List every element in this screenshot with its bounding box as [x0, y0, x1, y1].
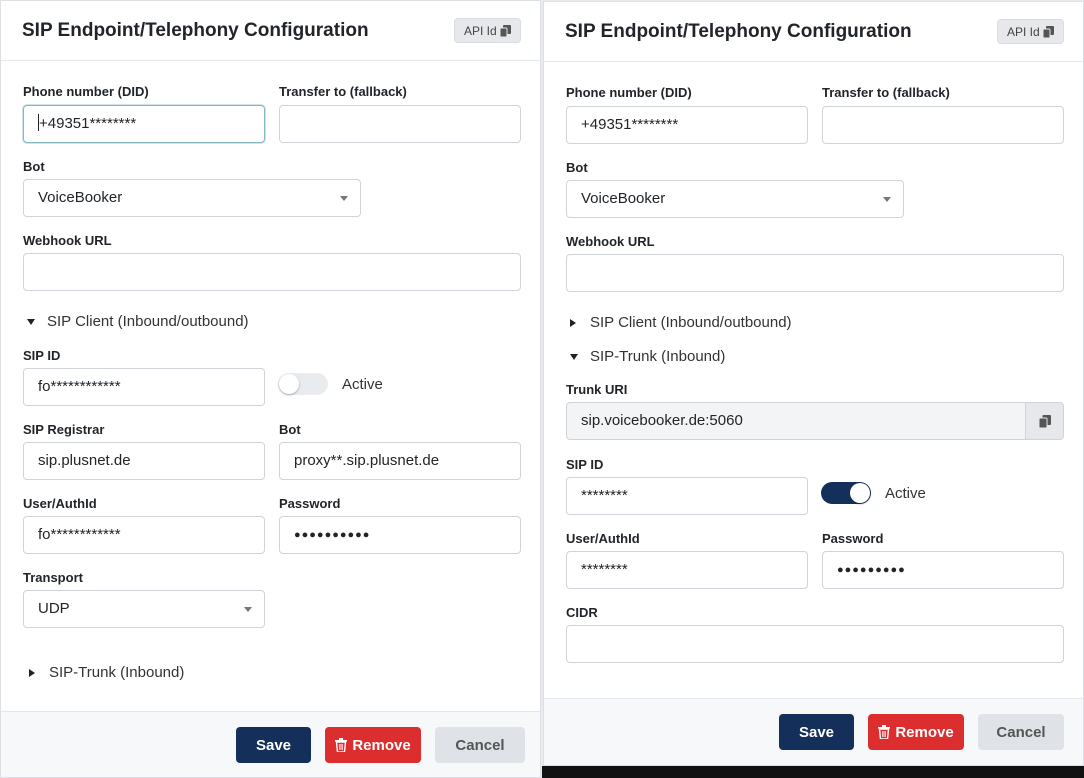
copy-icon	[499, 24, 511, 37]
remove-button[interactable]: Remove	[325, 727, 421, 763]
cidr-label: CIDR	[566, 605, 598, 620]
sip-id-label: SIP ID	[23, 348, 61, 363]
copy-trunk-uri-button[interactable]	[1025, 403, 1063, 439]
toggle-knob	[850, 483, 870, 503]
panel-footer: Save Remove Cancel	[1, 711, 540, 777]
trash-icon	[335, 738, 348, 752]
webhook-label: Webhook URL	[566, 234, 655, 249]
trunk-uri-input[interactable]: sip.voicebooker.de:5060	[566, 402, 1064, 440]
bot-label: Bot	[23, 159, 45, 174]
sip-trunk-section-label: SIP-Trunk (Inbound)	[49, 664, 185, 681]
bot-select[interactable]: VoiceBooker	[566, 180, 904, 218]
sip-client-section-label: SIP Client (Inbound/outbound)	[590, 314, 792, 331]
password-input[interactable]: ●●●●●●●●●	[822, 551, 1064, 589]
cancel-button[interactable]: Cancel	[978, 714, 1064, 750]
caret-right-icon	[570, 318, 576, 327]
webhook-input[interactable]	[23, 253, 521, 291]
sip-trunk-section-toggle[interactable]: SIP-Trunk (Inbound)	[570, 348, 725, 365]
sip-registrar-input[interactable]: sip.plusnet.de	[23, 442, 265, 480]
user-authid-label: User/AuthId	[566, 531, 640, 546]
password-label: Password	[279, 496, 341, 511]
panel-footer: Save Remove Cancel	[544, 698, 1083, 765]
user-authid-input[interactable]: ********	[566, 551, 808, 589]
transport-select-value: UDP	[38, 600, 70, 617]
webhook-label: Webhook URL	[23, 233, 112, 248]
chevron-down-icon	[340, 196, 348, 201]
left-config-panel: SIP Endpoint/Telephony Configuration API…	[0, 0, 541, 778]
cidr-input[interactable]	[566, 625, 1064, 663]
transport-label: Transport	[23, 570, 83, 585]
panel-title: SIP Endpoint/Telephony Configuration	[22, 20, 369, 41]
caret-down-icon	[27, 318, 35, 325]
transfer-input[interactable]	[822, 106, 1064, 144]
copy-icon	[1042, 25, 1054, 38]
window-bottom-edge	[542, 766, 1084, 778]
right-config-panel: SIP Endpoint/Telephony Configuration API…	[543, 1, 1084, 766]
bot-label: Bot	[566, 160, 588, 175]
remove-button-label: Remove	[352, 736, 411, 754]
webhook-input[interactable]	[566, 254, 1064, 292]
remove-button-label: Remove	[895, 723, 954, 741]
caret-down-icon	[570, 353, 578, 360]
proxy-label: Bot	[279, 422, 301, 437]
trunk-uri-value: sip.voicebooker.de:5060	[581, 412, 743, 429]
cancel-button[interactable]: Cancel	[435, 727, 525, 763]
save-button[interactable]: Save	[779, 714, 854, 750]
save-button[interactable]: Save	[236, 727, 311, 763]
active-toggle-label: Active	[885, 485, 926, 502]
toggle-knob	[279, 374, 299, 394]
chevron-down-icon	[883, 197, 891, 202]
transport-select[interactable]: UDP	[23, 590, 265, 628]
phone-number-input[interactable]: +49351********	[566, 106, 808, 144]
active-toggle-label: Active	[342, 376, 383, 393]
transfer-label: Transfer to (fallback)	[822, 85, 950, 100]
active-toggle[interactable]	[278, 373, 328, 395]
bot-select-value: VoiceBooker	[581, 190, 666, 207]
sip-id-label: SIP ID	[566, 457, 604, 472]
sip-id-input[interactable]: ********	[566, 477, 808, 515]
phone-number-label: Phone number (DID)	[23, 84, 149, 99]
password-label: Password	[822, 531, 884, 546]
user-authid-label: User/AuthId	[23, 496, 97, 511]
chevron-down-icon	[244, 607, 252, 612]
sip-trunk-section-toggle[interactable]: SIP-Trunk (Inbound)	[27, 664, 184, 681]
api-id-button[interactable]: API Id	[454, 18, 521, 43]
password-input[interactable]: ●●●●●●●●●●	[279, 516, 521, 554]
sip-id-input[interactable]: fo************	[23, 368, 265, 406]
panel-header: SIP Endpoint/Telephony Configuration API…	[1, 1, 540, 61]
trunk-uri-label: Trunk URI	[566, 382, 628, 397]
caret-right-icon	[29, 668, 35, 677]
sip-client-section-label: SIP Client (Inbound/outbound)	[47, 313, 249, 330]
transfer-label: Transfer to (fallback)	[279, 84, 407, 99]
sip-trunk-section-label: SIP-Trunk (Inbound)	[590, 348, 726, 365]
trash-icon	[878, 725, 891, 739]
phone-number-input[interactable]: +49351********	[23, 105, 265, 143]
api-id-button[interactable]: API Id	[997, 19, 1064, 44]
api-id-label: API Id	[464, 23, 497, 38]
sip-registrar-label: SIP Registrar	[23, 422, 105, 437]
bot-select[interactable]: VoiceBooker	[23, 179, 361, 217]
bot-select-value: VoiceBooker	[38, 189, 123, 206]
panel-title: SIP Endpoint/Telephony Configuration	[565, 21, 912, 42]
phone-number-value: +49351********	[39, 115, 137, 132]
sip-client-section-toggle[interactable]: SIP Client (Inbound/outbound)	[568, 314, 792, 331]
panel-header: SIP Endpoint/Telephony Configuration API…	[544, 2, 1083, 62]
copy-icon	[1038, 414, 1051, 428]
proxy-input[interactable]: proxy**.sip.plusnet.de	[279, 442, 521, 480]
transfer-input[interactable]	[279, 105, 521, 143]
remove-button[interactable]: Remove	[868, 714, 964, 750]
sip-client-section-toggle[interactable]: SIP Client (Inbound/outbound)	[27, 313, 249, 330]
api-id-label: API Id	[1007, 24, 1040, 39]
active-toggle[interactable]	[821, 482, 871, 504]
phone-number-label: Phone number (DID)	[566, 85, 692, 100]
user-authid-input[interactable]: fo************	[23, 516, 265, 554]
